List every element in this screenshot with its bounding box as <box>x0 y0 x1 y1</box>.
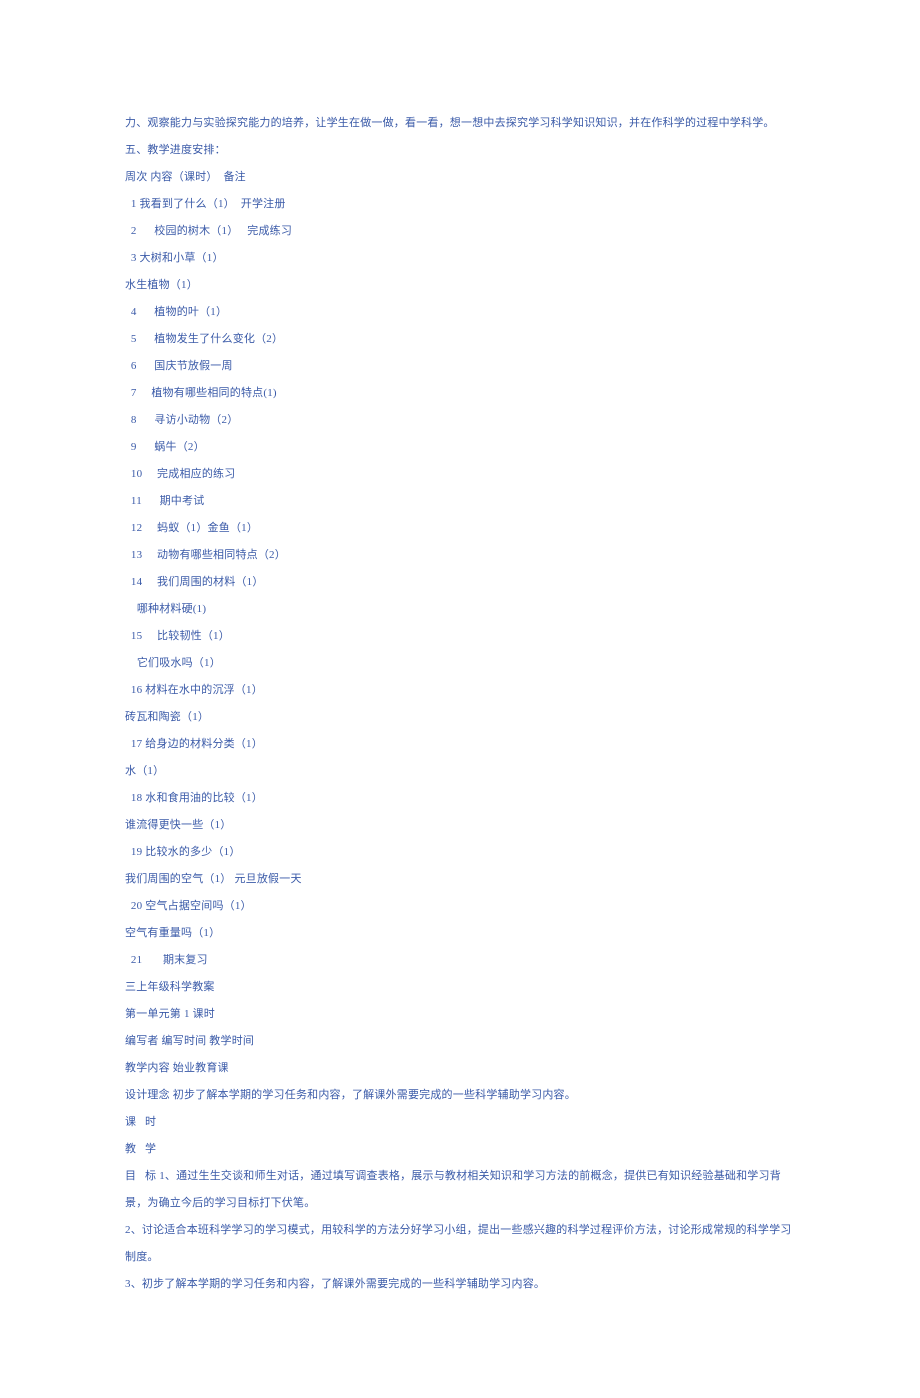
text-line: 12 蚂蚁（1）金鱼（1） <box>125 515 795 542</box>
text-line: 14 我们周围的材料（1） <box>125 569 795 596</box>
text-line: 力、观察能力与实验探究能力的培养，让学生在做一做，看一看，想一想中去探究学习科学… <box>125 110 795 137</box>
text-line: 水（1） <box>125 758 795 785</box>
text-line: 它们吸水吗（1） <box>125 650 795 677</box>
text-line: 2 校园的树木（1） 完成练习 <box>125 218 795 245</box>
text-line: 教学内容 始业教育课 <box>125 1055 795 1082</box>
text-line: 15 比较韧性（1） <box>125 623 795 650</box>
text-line: 6 国庆节放假一周 <box>125 353 795 380</box>
text-line: 哪种材料硬(1) <box>125 596 795 623</box>
text-line: 21 期末复习 <box>125 947 795 974</box>
text-line: 第一单元第 1 课时 <box>125 1001 795 1028</box>
text-line: 设计理念 初步了解本学期的学习任务和内容，了解课外需要完成的一些科学辅助学习内容… <box>125 1082 795 1109</box>
text-line: 8 寻访小动物（2） <box>125 407 795 434</box>
text-line: 1 我看到了什么（1） 开学注册 <box>125 191 795 218</box>
text-line: 课 时 <box>125 1109 795 1136</box>
text-line: 9 蜗牛（2） <box>125 434 795 461</box>
text-line: 19 比较水的多少（1） <box>125 839 795 866</box>
text-line: 10 完成相应的练习 <box>125 461 795 488</box>
text-line: 三上年级科学教案 <box>125 974 795 1001</box>
text-line: 砖瓦和陶瓷（1） <box>125 704 795 731</box>
text-line: 五、教学进度安排： <box>125 137 795 164</box>
text-line: 周次 内容（课时） 备注 <box>125 164 795 191</box>
text-line: 13 动物有哪些相同特点（2） <box>125 542 795 569</box>
text-line: 教 学 <box>125 1136 795 1163</box>
text-line: 20 空气占据空间吗（1） <box>125 893 795 920</box>
text-line: 16 材料在水中的沉浮（1） <box>125 677 795 704</box>
document-page: 力、观察能力与实验探究能力的培养，让学生在做一做，看一看，想一想中去探究学习科学… <box>0 0 920 1398</box>
text-line: 谁流得更快一些（1） <box>125 812 795 839</box>
text-line: 2、讨论适合本班科学学习的学习模式，用较科学的方法分好学习小组，提出一些感兴趣的… <box>125 1217 795 1271</box>
text-line: 17 给身边的材料分类（1） <box>125 731 795 758</box>
text-line: 11 期中考试 <box>125 488 795 515</box>
text-line: 3、初步了解本学期的学习任务和内容，了解课外需要完成的一些科学辅助学习内容。 <box>125 1271 795 1298</box>
text-line: 空气有重量吗（1） <box>125 920 795 947</box>
text-line: 4 植物的叶（1） <box>125 299 795 326</box>
text-line: 18 水和食用油的比较（1） <box>125 785 795 812</box>
text-line: 3 大树和小草（1） <box>125 245 795 272</box>
text-line: 编写者 编写时间 教学时间 <box>125 1028 795 1055</box>
text-line: 水生植物（1） <box>125 272 795 299</box>
text-line: 我们周围的空气（1） 元旦放假一天 <box>125 866 795 893</box>
text-line: 5 植物发生了什么变化（2） <box>125 326 795 353</box>
text-line: 7 植物有哪些相同的特点(1) <box>125 380 795 407</box>
text-line: 目 标 1、通过生生交谈和师生对话，通过填写调查表格，展示与教材相关知识和学习方… <box>125 1163 795 1217</box>
